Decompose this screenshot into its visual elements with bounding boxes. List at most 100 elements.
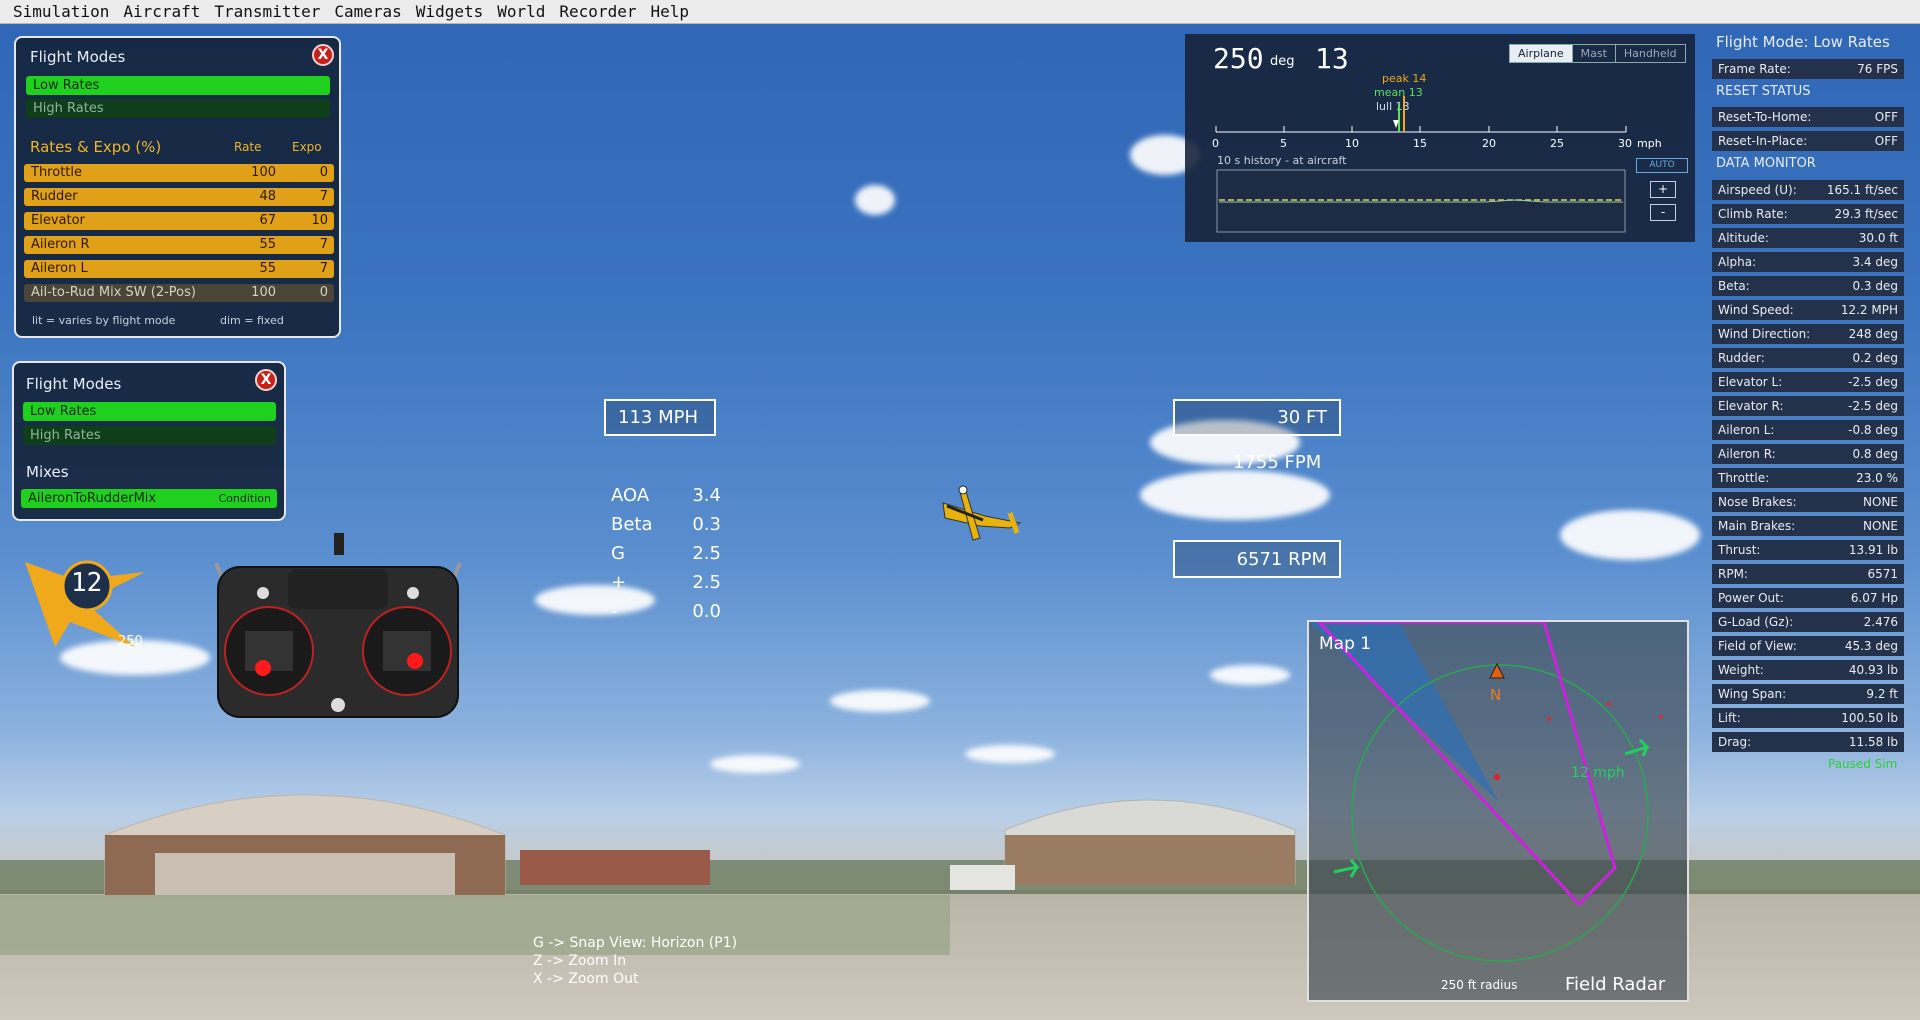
hud-altitude: 30 FT — [1173, 399, 1341, 436]
compass-arrow-icon — [25, 560, 145, 647]
row-expo: 10 — [311, 213, 328, 228]
key-hints: G -> Snap View: Horizon (P1) Z -> Zoom I… — [533, 934, 737, 988]
hint-zoom-in: Z -> Zoom In — [533, 953, 627, 969]
hud-params: AOA 3.4 Beta 0.3 G 2.5 +2.5 - 0.0 — [611, 485, 721, 630]
menu-cameras[interactable]: Cameras — [327, 2, 408, 21]
row-value: 100.50 lb — [1841, 711, 1898, 725]
param-value: 2.5 — [692, 543, 721, 564]
left-stick-dot — [255, 660, 271, 676]
rate-row-throttle[interactable]: Throttle 100 0 — [24, 164, 334, 182]
menu-aircraft[interactable]: Aircraft — [116, 2, 207, 21]
row-expo: 7 — [319, 237, 328, 252]
row-value: 9.2 ft — [1866, 687, 1898, 701]
row-label: Reset-To-Home: — [1718, 110, 1812, 124]
scale-label: 20 — [1482, 137, 1496, 150]
wind-direction-readout: 250 — [118, 634, 143, 649]
reset-in-place-row[interactable]: Reset-In-Place: OFF — [1712, 131, 1904, 151]
data-monitor-row: Airspeed (U): 165.1 ft/sec — [1712, 180, 1904, 200]
zoom-plus-button[interactable]: + — [1650, 181, 1676, 198]
data-monitor-row: Wind Speed: 12.2 MPH — [1712, 300, 1904, 320]
row-label: Aileron R: — [1718, 447, 1776, 461]
row-value: 29.3 ft/sec — [1834, 207, 1898, 221]
row-expo: 0 — [319, 285, 328, 300]
cloud — [710, 755, 800, 773]
cloud — [1560, 510, 1700, 560]
hangar-left — [104, 794, 506, 895]
param-label: AOA — [611, 485, 650, 506]
row-label: Frame Rate: — [1718, 62, 1791, 76]
mode-high-rates[interactable]: High Rates — [23, 426, 276, 445]
menu-world[interactable]: World — [490, 2, 552, 21]
menu-simulation[interactable]: Simulation — [6, 2, 116, 21]
row-name: Elevator — [31, 213, 85, 228]
param-label: G — [611, 543, 625, 564]
mode-high-rates[interactable]: High Rates — [26, 99, 330, 118]
mode-low-rates[interactable]: Low Rates — [23, 402, 276, 421]
row-value: 248 deg — [1848, 327, 1898, 341]
row-rate: 55 — [259, 237, 276, 252]
row-label: Wind Direction: — [1718, 327, 1811, 341]
cloud — [830, 690, 930, 712]
row-label: Altitude: — [1718, 231, 1769, 245]
row-label: Rudder: — [1718, 351, 1765, 365]
data-monitor-row: Beta: 0.3 deg — [1712, 276, 1904, 296]
row-label: Elevator R: — [1718, 399, 1784, 413]
row-label: Airspeed (U): — [1718, 183, 1797, 197]
map-radius-label: 250 ft radius — [1441, 978, 1518, 992]
row-value: 40.93 lb — [1848, 663, 1898, 677]
row-label: Elevator L: — [1718, 375, 1783, 389]
row-value: 3.4 deg — [1852, 255, 1898, 269]
row-label: Reset-In-Place: — [1718, 134, 1808, 148]
param-label: - — [611, 601, 618, 622]
row-value: -2.5 deg — [1848, 399, 1898, 413]
row-value: 11.58 lb — [1848, 735, 1898, 749]
mix-aileron-to-rudder[interactable]: AileronToRudderMix Condition — [21, 489, 277, 508]
hud-param-row: +2.5 — [611, 572, 721, 601]
row-value: 30.0 ft — [1858, 231, 1898, 245]
menu-transmitter[interactable]: Transmitter — [207, 2, 327, 21]
param-label: + — [611, 572, 627, 593]
row-rate: 100 — [251, 165, 276, 180]
data-monitor-row: Rudder: 0.2 deg — [1712, 348, 1904, 368]
rate-row-aileron-l[interactable]: Aileron L 55 7 — [24, 260, 334, 278]
row-name: Rudder — [31, 189, 78, 204]
data-monitor-row: Alpha: 3.4 deg — [1712, 252, 1904, 272]
rate-row-mix-switch[interactable]: Ail-to-Rud Mix SW (2-Pos) 100 0 — [24, 284, 334, 302]
rate-row-rudder[interactable]: Rudder 48 7 — [24, 188, 334, 206]
row-name: Aileron L — [31, 261, 88, 276]
close-button[interactable]: X — [312, 44, 334, 66]
data-monitor-row: Field of View: 45.3 deg — [1712, 636, 1904, 656]
row-rate: 67 — [259, 213, 276, 228]
row-value: 0.2 deg — [1852, 351, 1898, 365]
row-value: OFF — [1874, 134, 1898, 148]
hint-zoom-out: X -> Zoom Out — [533, 971, 639, 987]
row-label: Field of View: — [1718, 639, 1797, 653]
data-monitor-row: Drag: 11.58 lb — [1712, 732, 1904, 752]
zoom-minus-button[interactable]: - — [1650, 204, 1676, 221]
auto-button[interactable]: AUTO — [1636, 158, 1688, 173]
menu-help[interactable]: Help — [643, 2, 696, 21]
data-monitor-row: Altitude: 30.0 ft — [1712, 228, 1904, 248]
hud-airspeed: 113 MPH — [604, 399, 716, 436]
rate-row-aileron-r[interactable]: Aileron R 55 7 — [24, 236, 334, 254]
menu-recorder[interactable]: Recorder — [552, 2, 643, 21]
scale-label: 25 — [1550, 137, 1564, 150]
flight-modes-rates-panel: Flight Modes X Low Rates High Rates Rate… — [14, 36, 341, 338]
close-button[interactable]: X — [255, 369, 277, 391]
legend-lit: lit = varies by flight mode — [32, 314, 176, 327]
cloud — [1210, 665, 1290, 685]
row-rate: 100 — [251, 285, 276, 300]
row-value: -0.8 deg — [1848, 423, 1898, 437]
reset-home-row[interactable]: Reset-To-Home: OFF — [1712, 107, 1904, 127]
row-expo: 7 — [319, 261, 328, 276]
mix-condition-tag: Condition — [218, 492, 272, 505]
mix-name: AileronToRudderMix — [28, 491, 157, 506]
row-label: Nose Brakes: — [1718, 495, 1797, 509]
rate-row-elevator[interactable]: Elevator 67 10 — [24, 212, 334, 230]
wind-compass: 12 250 — [25, 552, 165, 652]
mode-low-rates[interactable]: Low Rates — [26, 76, 330, 95]
data-monitor-title: DATA MONITOR — [1716, 156, 1816, 171]
building — [950, 865, 1015, 890]
menu-widgets[interactable]: Widgets — [409, 2, 490, 21]
row-label: Beta: — [1718, 279, 1750, 293]
